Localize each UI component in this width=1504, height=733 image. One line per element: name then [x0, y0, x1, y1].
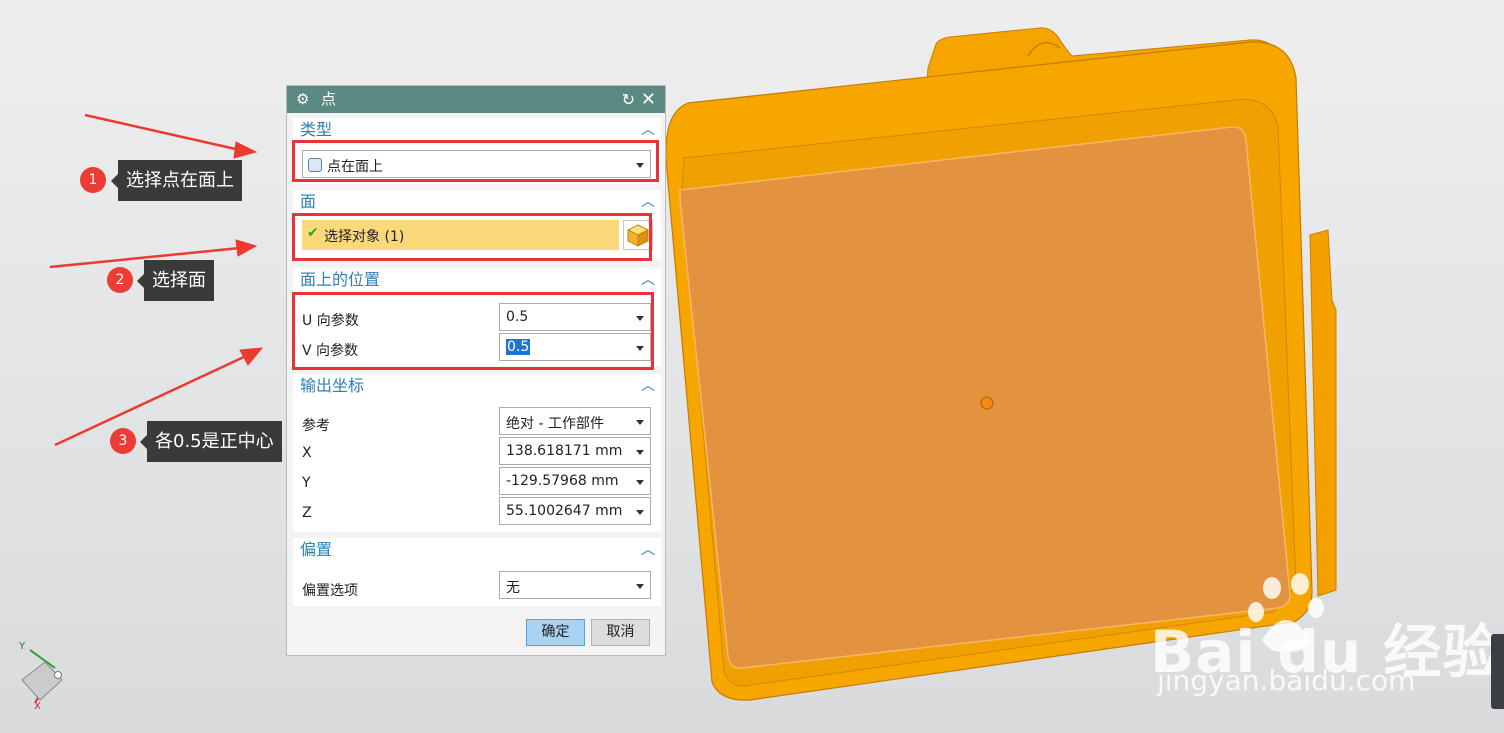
offset-group: 偏置 ︿ 偏置选项 无: [293, 538, 661, 606]
z-value: 55.1002647 mm: [506, 503, 623, 519]
reference-value: 绝对 - 工作部件: [506, 416, 604, 432]
ok-button[interactable]: 确定: [526, 619, 585, 646]
callout-badge-1: 1: [80, 167, 106, 193]
offset-group-header[interactable]: 偏置 ︿: [293, 538, 661, 562]
callout-text-3: 各0.5是正中心: [140, 421, 282, 462]
callout-badge-3: 3: [110, 428, 136, 454]
position-group-title: 面上的位置: [300, 270, 381, 289]
offset-group-title: 偏置: [300, 540, 333, 559]
triad-y-label: Y: [19, 641, 26, 652]
offset-option-label: 偏置选项: [302, 583, 358, 599]
face-group-header[interactable]: 面 ︿: [293, 190, 661, 214]
dialog-title: 点: [321, 90, 337, 108]
chevron-down-icon: [636, 584, 644, 589]
output-group-header[interactable]: 输出坐标 ︿: [293, 374, 661, 398]
triad-x-label: X: [34, 701, 41, 712]
callout-text-2: 选择面: [137, 260, 214, 301]
offset-option-dropdown[interactable]: 无: [499, 571, 651, 599]
collapse-chevron-icon[interactable]: ︿: [641, 374, 655, 398]
callout-badge-2: 2: [107, 267, 133, 293]
collapse-chevron-icon[interactable]: ︿: [641, 268, 655, 292]
side-resource-bar[interactable]: [1491, 634, 1504, 709]
highlight-face: [292, 213, 652, 261]
center-point: [980, 396, 994, 410]
collapse-chevron-icon[interactable]: ︿: [641, 538, 655, 562]
chevron-down-icon: [636, 420, 644, 425]
output-coords-group: 输出坐标 ︿ 参考 绝对 - 工作部件 X 138.618171 mm Y -1…: [293, 374, 661, 532]
highlight-uv: [292, 292, 654, 370]
callout-text-1: 选择点在面上: [111, 160, 242, 201]
type-group-header[interactable]: 类型 ︿: [293, 118, 661, 142]
part-side-tab: [1309, 229, 1337, 597]
z-input[interactable]: 55.1002647 mm: [499, 497, 651, 525]
output-group-title: 输出坐标: [300, 376, 365, 395]
x-label: X: [302, 445, 312, 461]
cancel-button[interactable]: 取消: [591, 619, 650, 646]
gear-icon[interactable]: ⚙: [296, 86, 309, 113]
offset-option-value: 无: [506, 580, 520, 596]
face-group-title: 面: [300, 192, 317, 211]
z-label: Z: [302, 505, 312, 521]
y-value: -129.57968 mm: [506, 473, 619, 489]
collapse-chevron-icon[interactable]: ︿: [641, 118, 655, 142]
highlight-type: [292, 140, 659, 182]
baidu-watermark-url: jingyan.baidu.com: [1157, 664, 1416, 697]
chevron-down-icon: [636, 450, 644, 455]
dialog-titlebar[interactable]: ⚙ 点 ↻ ✕: [287, 86, 665, 113]
x-value: 138.618171 mm: [506, 443, 623, 459]
reference-label: 参考: [302, 418, 330, 434]
chevron-down-icon: [636, 480, 644, 485]
position-group-header[interactable]: 面上的位置 ︿: [293, 268, 661, 292]
reset-icon[interactable]: ↻: [622, 86, 635, 113]
type-group-title: 类型: [300, 120, 333, 139]
x-input[interactable]: 138.618171 mm: [499, 437, 651, 465]
y-input[interactable]: -129.57968 mm: [499, 467, 651, 495]
chevron-down-icon: [636, 510, 644, 515]
collapse-chevron-icon[interactable]: ︿: [641, 190, 655, 214]
axis-triad: [21, 649, 63, 704]
reference-dropdown[interactable]: 绝对 - 工作部件: [499, 407, 651, 435]
close-icon[interactable]: ✕: [641, 86, 656, 113]
y-label: Y: [302, 475, 311, 491]
